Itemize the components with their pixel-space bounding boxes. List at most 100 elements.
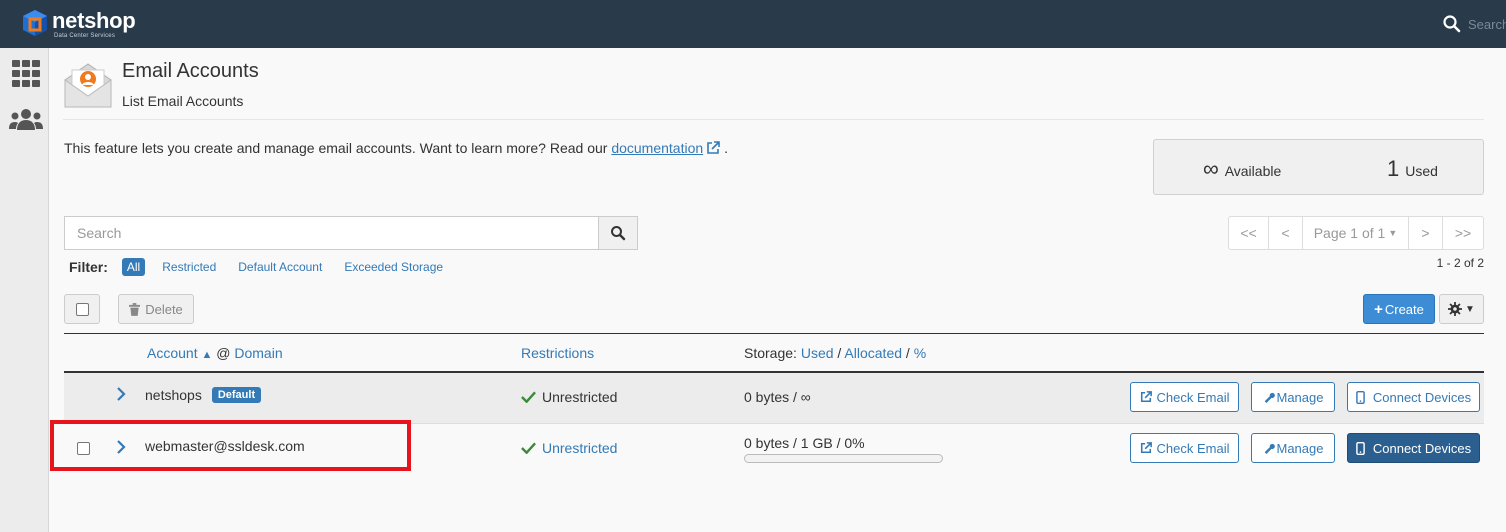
select-all-button[interactable] <box>64 294 100 324</box>
wrench-icon <box>1264 392 1275 403</box>
pagination: << < Page 1 of 1 ▼ > >> <box>1228 216 1484 250</box>
prev-page-button[interactable]: < <box>1269 217 1303 249</box>
storage-cell: 0 bytes / 1 GB / 0% <box>744 435 943 463</box>
page-subtitle: List Email Accounts <box>122 93 244 109</box>
users-icon[interactable] <box>8 104 44 136</box>
manage-label: Manage <box>1276 440 1324 456</box>
stat-used: 1 Used <box>1387 156 1438 182</box>
default-badge: Default <box>211 387 262 403</box>
sort-account-link[interactable]: Account <box>147 345 198 361</box>
select-all-checkbox[interactable] <box>75 302 89 316</box>
description-text: This feature lets you create and manage … <box>64 140 608 156</box>
mobile-phone-icon <box>1356 441 1365 455</box>
sort-used-link[interactable]: Used <box>801 345 834 361</box>
result-range: 1 - 2 of 2 <box>1436 256 1484 270</box>
filter-label: Filter: <box>69 259 108 275</box>
check-icon <box>521 442 536 454</box>
page-label: Page 1 of 1 <box>1313 225 1386 241</box>
header-restrictions: Restrictions <box>521 345 594 361</box>
search-button[interactable] <box>598 217 637 249</box>
sort-domain-link[interactable]: Domain <box>234 345 282 361</box>
sort-asc-icon[interactable]: ▲ <box>201 349 212 361</box>
connect-devices-label: Connect Devices <box>1372 389 1472 405</box>
check-email-label: Check Email <box>1156 440 1230 456</box>
search-icon <box>611 226 626 241</box>
top-search-placeholder[interactable]: Search <box>1468 17 1506 32</box>
filter-exceeded-storage[interactable]: Exceeded Storage <box>339 258 448 276</box>
used-value: 1 <box>1387 156 1400 181</box>
grid-icon[interactable] <box>10 58 42 90</box>
expand-chevron-icon[interactable] <box>116 387 126 401</box>
filter-default-account[interactable]: Default Account <box>233 258 327 276</box>
caret-down-icon: ▼ <box>1465 303 1475 315</box>
stat-available: ∞ Available <box>1203 156 1281 182</box>
restriction-status: Unrestricted <box>542 389 618 405</box>
manage-button[interactable]: Manage <box>1251 382 1335 412</box>
storage-usage-bar <box>744 454 943 463</box>
manage-label: Manage <box>1276 389 1324 405</box>
available-label: Available <box>1224 163 1282 179</box>
account-cell: netshops Default <box>145 387 262 403</box>
email-accounts-icon <box>64 63 112 108</box>
first-page-button[interactable]: << <box>1229 217 1269 249</box>
last-page-button[interactable]: >> <box>1443 217 1483 249</box>
search-icon <box>1443 15 1461 33</box>
delete-label: Delete <box>145 301 183 317</box>
external-link-icon[interactable] <box>706 141 720 155</box>
next-page-button[interactable]: > <box>1409 217 1443 249</box>
sidebar <box>0 48 49 532</box>
brand-name: netshop <box>52 8 136 33</box>
table-row: netshops Default Unrestricted 0 bytes / … <box>64 373 1484 424</box>
create-button[interactable]: + Create <box>1363 294 1435 324</box>
header-storage: Storage: Used / Allocated / % <box>744 345 926 361</box>
sort-restrictions-link[interactable]: Restrictions <box>521 345 594 361</box>
sort-percent-link[interactable]: % <box>914 345 926 361</box>
check-email-button[interactable]: Check Email <box>1130 382 1239 412</box>
external-link-icon <box>1140 442 1152 454</box>
gear-icon <box>1448 302 1463 316</box>
restriction-link[interactable]: Unrestricted <box>542 440 617 456</box>
table-top-border <box>64 333 1484 334</box>
storage-cell: 0 bytes / ∞ <box>744 389 811 405</box>
delete-button[interactable]: Delete <box>118 294 194 324</box>
restriction-cell: Unrestricted <box>521 440 617 456</box>
connect-devices-label: Connect Devices <box>1372 440 1472 456</box>
storage-value: 0 bytes / ∞ <box>744 389 811 405</box>
available-value: ∞ <box>1203 156 1219 181</box>
manage-button[interactable]: Manage <box>1251 433 1335 463</box>
description-tail: . <box>724 140 728 156</box>
storage-value: 0 bytes / 1 GB / 0% <box>744 435 865 451</box>
account-name: netshops <box>145 387 202 403</box>
check-email-button[interactable]: Check Email <box>1130 433 1239 463</box>
header-account-domain: Account ▲ @ Domain <box>147 345 283 361</box>
connect-devices-button[interactable]: Connect Devices <box>1347 382 1480 412</box>
storage-sep-2: / <box>905 345 910 361</box>
filter-bar: Filter: All Restricted Default Account E… <box>69 258 460 276</box>
used-label: Used <box>1405 163 1438 179</box>
external-link-icon <box>1140 391 1152 403</box>
wrench-icon <box>1264 443 1275 454</box>
storage-prefix: Storage: <box>744 345 797 361</box>
settings-button[interactable]: ▼ <box>1439 294 1484 324</box>
filter-all[interactable]: All <box>121 258 146 276</box>
plus-icon: + <box>1374 300 1383 318</box>
divider <box>63 119 1484 120</box>
page-select[interactable]: Page 1 of 1 ▼ <box>1303 217 1409 249</box>
trash-icon <box>129 302 141 316</box>
top-bar: netshop Data Center Services Search <box>0 0 1506 48</box>
check-email-label: Check Email <box>1156 389 1230 405</box>
documentation-link[interactable]: documentation <box>611 140 703 156</box>
filter-restricted[interactable]: Restricted <box>157 258 221 276</box>
check-icon <box>521 391 536 403</box>
brand-logo[interactable]: netshop Data Center Services <box>22 8 136 41</box>
brand-tagline: Data Center Services <box>54 33 116 39</box>
highlight-box <box>50 420 411 471</box>
sort-allocated-link[interactable]: Allocated <box>844 345 902 361</box>
at-separator: @ <box>216 345 231 361</box>
feature-description: This feature lets you create and manage … <box>64 140 728 156</box>
create-label: Create <box>1384 301 1424 317</box>
connect-devices-button[interactable]: Connect Devices <box>1347 433 1480 463</box>
search-input[interactable] <box>65 217 598 249</box>
mobile-phone-icon <box>1356 390 1365 404</box>
top-search[interactable]: Search <box>1442 14 1506 34</box>
